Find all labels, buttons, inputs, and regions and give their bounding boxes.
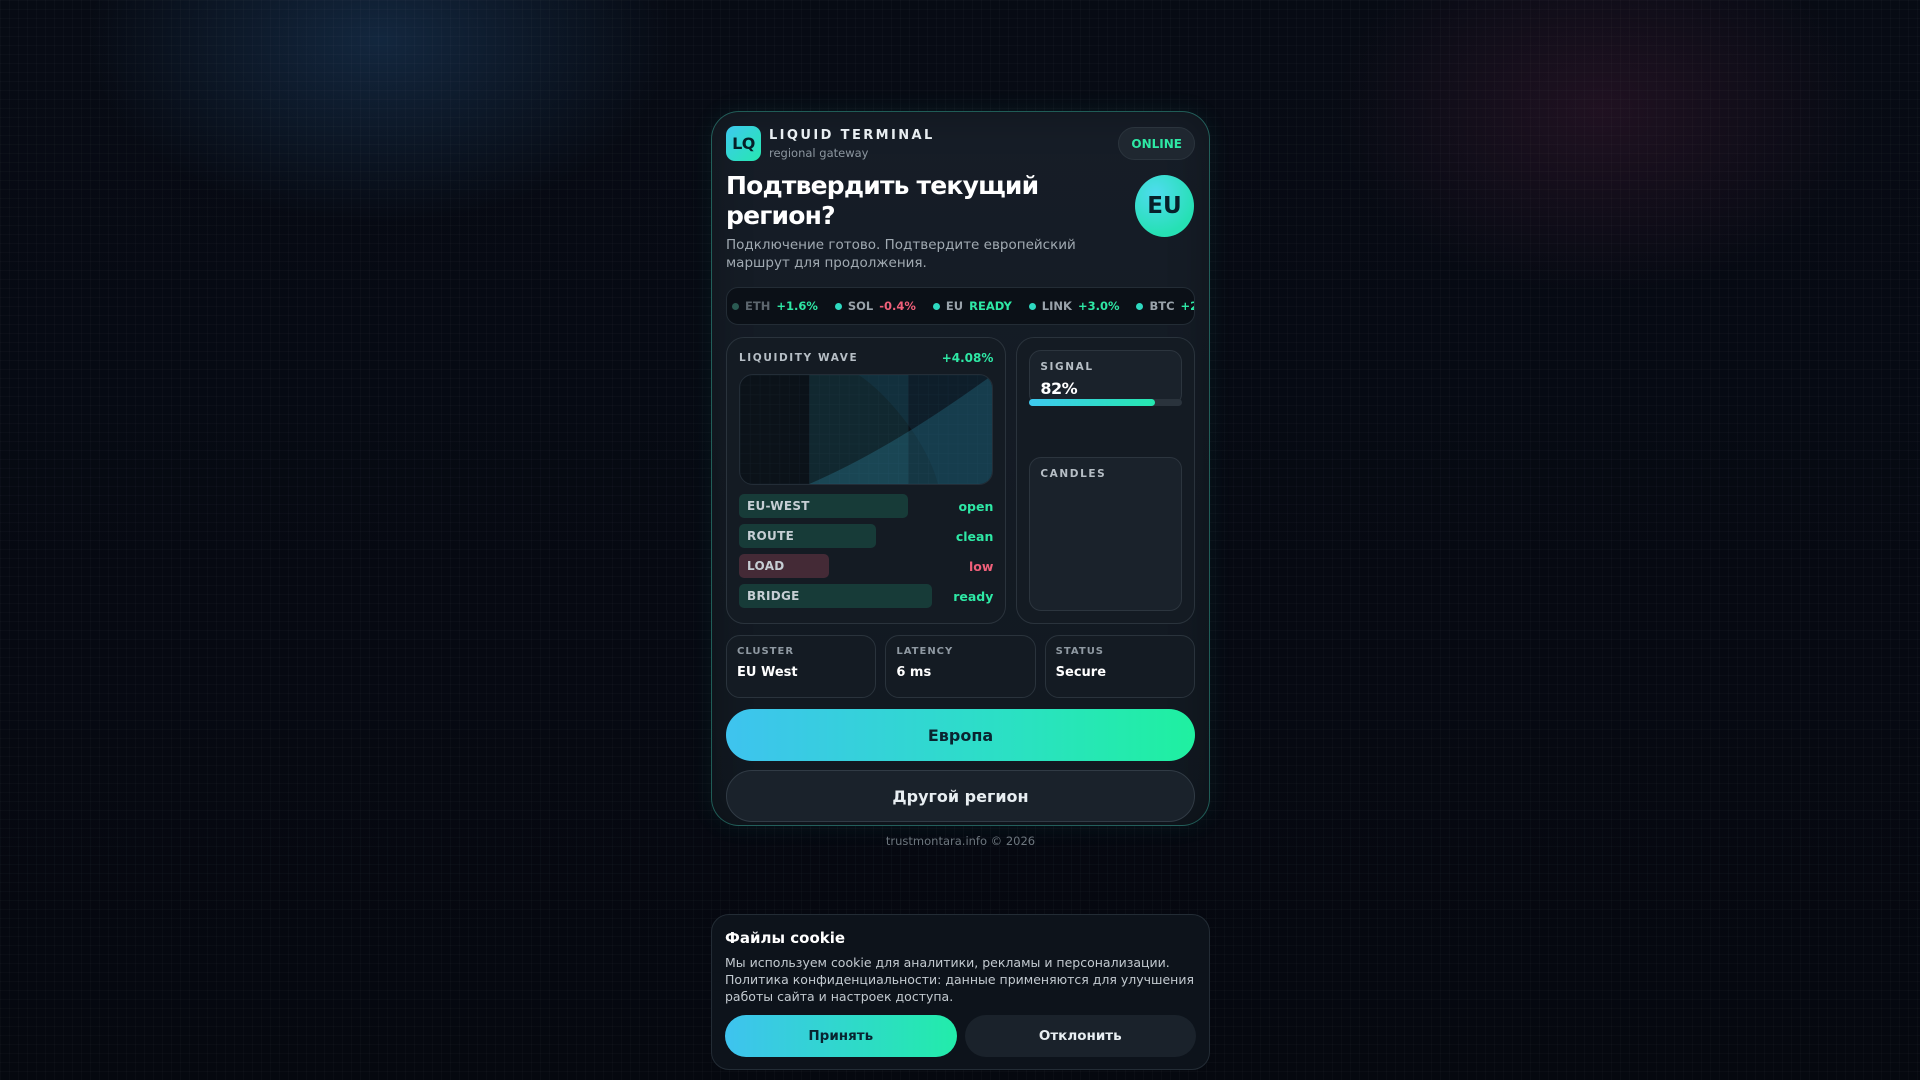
footer-copyright: trustmontara.info © 2026 <box>885 834 1036 848</box>
route-value: low <box>968 558 994 574</box>
stat-cluster: CLUSTER EU West <box>726 635 877 698</box>
route-name: ROUTE <box>747 529 795 543</box>
ticker-symbol: BTC <box>1149 299 1175 313</box>
cookie-title: Файлы cookie <box>725 929 846 947</box>
status-dot-icon <box>1136 302 1144 310</box>
logo: LQ <box>726 126 761 161</box>
stat-label: LATENCY <box>896 646 954 657</box>
wave-header: LIQUIDITY WAVE +4.08% <box>739 350 993 366</box>
online-status-badge: ONLINE <box>1118 127 1195 160</box>
dashboard-panels: LIQUIDITY WAVE +4.08% EU-WEST open ROUTE… <box>726 337 1195 624</box>
reject-cookies-button[interactable]: Отклонить <box>964 1015 1196 1057</box>
ticker-symbol: EU <box>945 299 964 313</box>
route-value: ready <box>953 588 994 604</box>
status-dot-icon <box>732 302 739 310</box>
route-row-eu-west: EU-WEST open <box>739 494 993 518</box>
status-dot-icon <box>834 302 842 310</box>
status-dot-icon <box>1028 302 1036 310</box>
side-panel: SIGNAL 82% CANDLES <box>1016 337 1195 624</box>
brand: LIQUID TERMINAL regional gateway <box>769 128 935 160</box>
ticker-value: -0.4% <box>879 299 916 313</box>
stat-value: 6 ms <box>896 665 932 680</box>
page-title: Подтвердить текущий регион? <box>726 171 1039 230</box>
route-name: BRIDGE <box>747 589 800 603</box>
ticker-symbol: LINK <box>1041 299 1072 313</box>
ticker-item: ETH +1.6% <box>732 299 818 313</box>
ticker-item: LINK +3.0% <box>1028 299 1120 313</box>
route-value: open <box>958 498 994 514</box>
ticker-symbol: ETH <box>745 299 771 313</box>
route-row-load: LOAD low <box>739 554 993 578</box>
ticker-value: +1.6% <box>776 299 818 313</box>
stat-value: Secure <box>1055 665 1107 680</box>
route-name: LOAD <box>747 559 785 573</box>
card-header: LQ LIQUID TERMINAL regional gateway ONLI… <box>726 126 1195 161</box>
brand-name: LIQUID TERMINAL <box>769 127 935 143</box>
cookie-actions: Принять Отклонить <box>725 1015 1196 1057</box>
wave-graphic <box>740 375 993 484</box>
region-badge: EU <box>1134 175 1194 237</box>
route-value: clean <box>955 528 994 544</box>
stat-label: STATUS <box>1055 646 1105 657</box>
accept-cookies-button[interactable]: Принять <box>725 1015 957 1057</box>
stats-row: CLUSTER EU West LATENCY 6 ms STATUS Secu… <box>726 635 1195 698</box>
candles-label: CANDLES <box>1040 468 1107 480</box>
liquidity-wave-panel: LIQUIDITY WAVE +4.08% EU-WEST open ROUTE… <box>726 337 1007 624</box>
region-card: LQ LIQUID TERMINAL regional gateway ONLI… <box>711 111 1210 848</box>
route-row-bridge: BRIDGE ready <box>739 584 993 608</box>
ticker-value: READY <box>969 299 1012 313</box>
wave-change: +4.08% <box>941 351 994 365</box>
wave-label: LIQUIDITY WAVE <box>739 352 859 364</box>
market-ticker: ETH +1.6% SOL -0.4% EU READY LINK +3.0% BTC +2.7% <box>726 287 1195 325</box>
brand-subtitle: regional gateway <box>769 145 869 160</box>
stat-value: EU West <box>737 665 798 680</box>
route-rows: EU-WEST open ROUTE clean LOAD low BRIDGE ready <box>739 494 993 608</box>
confirm-europe-button[interactable]: Европа <box>726 709 1195 761</box>
signal-label: SIGNAL <box>1040 361 1094 373</box>
signal-progress-fill <box>1029 399 1155 406</box>
signal-progress-track <box>1029 399 1182 406</box>
hero: Подтвердить текущий регион? Подключение … <box>726 171 1195 272</box>
ticker-symbol: SOL <box>847 299 874 313</box>
signal-value: 82% <box>1040 379 1078 398</box>
route-name: EU-WEST <box>747 499 810 513</box>
stat-label: CLUSTER <box>737 646 795 657</box>
signal-card: SIGNAL 82% <box>1029 350 1182 406</box>
other-region-button[interactable]: Другой регион <box>726 770 1195 822</box>
ticker-item: BTC +2.7% <box>1136 299 1194 313</box>
stat-status: STATUS Secure <box>1044 635 1195 698</box>
cookie-text: Мы используем cookie для аналитики, рекл… <box>725 955 1195 1004</box>
ticker-item: SOL -0.4% <box>834 299 916 313</box>
stat-latency: LATENCY 6 ms <box>885 635 1036 698</box>
wave-chart <box>739 374 994 485</box>
ticker-value: +3.0% <box>1077 299 1120 313</box>
ticker-item: EU READY <box>932 299 1012 313</box>
status-dot-icon <box>932 302 940 310</box>
cookie-banner: Файлы cookie Мы используем cookie для ан… <box>711 914 1210 1070</box>
ticker-value: +2.7% <box>1180 299 1194 313</box>
candles-card: CANDLES <box>1029 457 1182 611</box>
page-description: Подключение готово. Подтвердите европейс… <box>726 237 1076 271</box>
route-row-route: ROUTE clean <box>739 524 993 548</box>
